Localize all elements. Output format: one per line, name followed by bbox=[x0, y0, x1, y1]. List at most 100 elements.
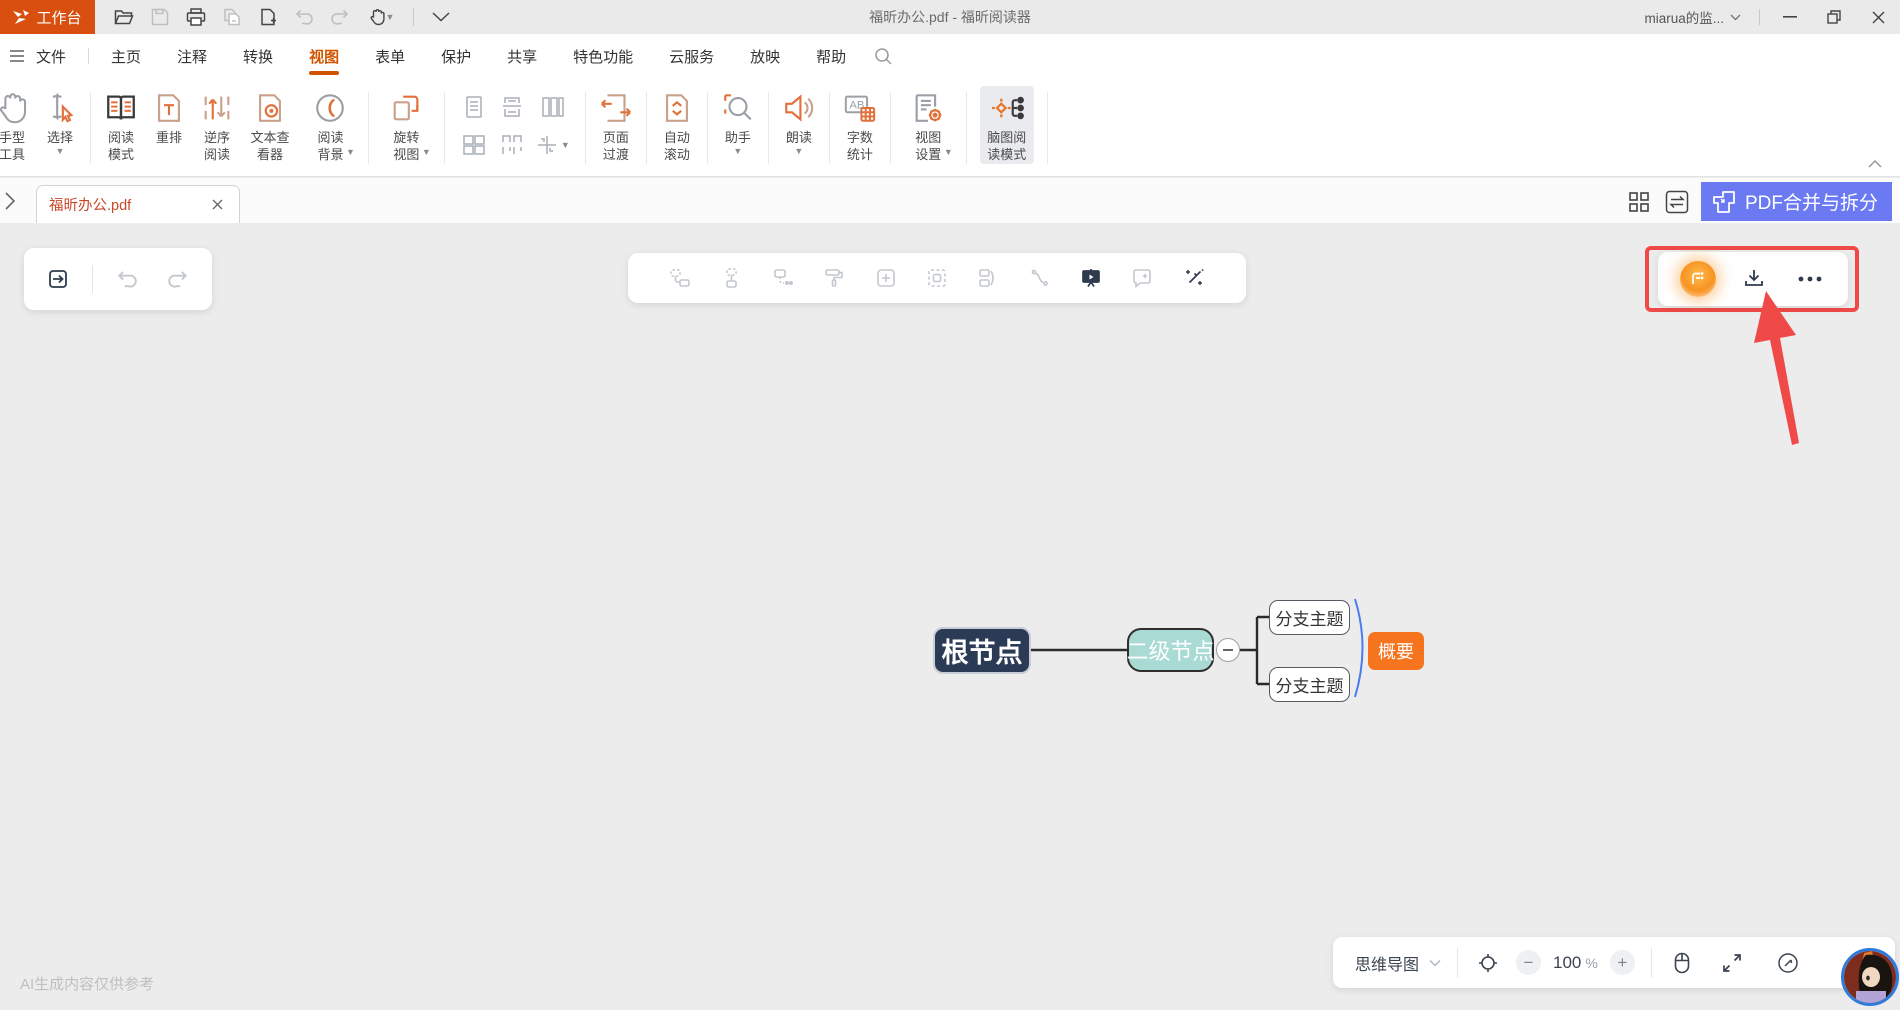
close-button[interactable] bbox=[1856, 0, 1900, 34]
title-bar: 工作台 ▼ 福昕办公.pdf - 福昕阅读器 bbox=[0, 0, 1900, 34]
relation-line-icon[interactable] bbox=[1023, 261, 1057, 295]
menu-share[interactable]: 共享 bbox=[503, 34, 541, 78]
facing-grid-icon[interactable] bbox=[457, 128, 491, 162]
collapse-chevron-icon[interactable] bbox=[428, 4, 454, 30]
add-page-icon[interactable] bbox=[255, 4, 281, 30]
menu-protect[interactable]: 保护 bbox=[437, 34, 475, 78]
fullscreen-icon[interactable] bbox=[1718, 949, 1746, 977]
ribbon-page-transition[interactable]: 页面过渡 bbox=[599, 86, 633, 164]
toolbar-divider bbox=[92, 265, 93, 293]
menu-home[interactable]: 主页 bbox=[107, 34, 145, 78]
mindmap-mode-select[interactable]: 思维导图 bbox=[1355, 951, 1441, 975]
split-view-icon[interactable]: ▼ bbox=[536, 128, 570, 162]
ribbon-hand-tool[interactable]: 手型工具 bbox=[0, 86, 29, 164]
download-icon[interactable] bbox=[1737, 262, 1771, 296]
restore-button[interactable] bbox=[1812, 0, 1856, 34]
insert-icon[interactable] bbox=[869, 261, 903, 295]
ribbon-read-background[interactable]: 阅读背景 ▼ bbox=[306, 86, 355, 157]
user-account-menu[interactable]: miarua的监... bbox=[1644, 7, 1741, 27]
page-layout-group: ▼ bbox=[455, 88, 575, 164]
exit-mindmap-icon[interactable] bbox=[41, 262, 75, 296]
ribbon-reverse-read[interactable]: 逆序阅读 bbox=[200, 86, 234, 164]
redo-icon[interactable] bbox=[327, 4, 353, 30]
auto-scroll-icon bbox=[660, 86, 694, 130]
avatar[interactable] bbox=[1841, 948, 1899, 1006]
close-tab-icon[interactable] bbox=[208, 197, 227, 212]
page-transition-icon bbox=[599, 86, 633, 130]
ribbon-reflow[interactable]: 重排 bbox=[152, 86, 186, 147]
add-sibling-node-icon[interactable] bbox=[715, 261, 749, 295]
single-page-icon[interactable] bbox=[457, 90, 491, 124]
locate-icon[interactable] bbox=[1474, 949, 1502, 977]
zoom-out-icon[interactable]: − bbox=[1516, 950, 1541, 975]
undo-icon[interactable] bbox=[110, 262, 144, 296]
zoom-in-icon[interactable]: + bbox=[1610, 950, 1635, 975]
menu-view[interactable]: 视图 bbox=[305, 34, 343, 78]
ribbon-read-mode[interactable]: 阅读模式 bbox=[104, 86, 138, 164]
ribbon-auto-scroll[interactable]: 自动滚动 bbox=[660, 86, 694, 164]
presentation-icon[interactable] bbox=[1074, 261, 1108, 295]
ribbon-text-viewer[interactable]: 文本查看器 bbox=[248, 86, 292, 164]
continuous-page-icon[interactable] bbox=[495, 90, 529, 124]
mindmap-root-node[interactable]: 根节点 bbox=[933, 627, 1031, 674]
menu-file[interactable]: 文件 bbox=[32, 34, 70, 78]
grid-view-icon[interactable] bbox=[1625, 188, 1653, 216]
minimize-button[interactable] bbox=[1768, 0, 1812, 34]
ribbon-collapse-chevron-icon[interactable] bbox=[1868, 160, 1882, 168]
multi-column-icon[interactable] bbox=[536, 90, 570, 124]
ribbon-word-count[interactable]: AB 字数统计 bbox=[843, 86, 877, 164]
view-settings-icon bbox=[911, 86, 945, 130]
ribbon-select-tool[interactable]: 选择 ▼ bbox=[43, 86, 77, 156]
menu-convert[interactable]: 转换 bbox=[239, 34, 277, 78]
select-area-icon[interactable] bbox=[920, 261, 954, 295]
mindmap-branch-node[interactable]: 分支主题 bbox=[1269, 600, 1350, 635]
ribbon-mindmap-read-mode[interactable]: 脑图阅读模式 bbox=[980, 86, 1034, 164]
menu-form[interactable]: 表单 bbox=[371, 34, 409, 78]
format-painter-icon[interactable] bbox=[817, 261, 851, 295]
menu-special-features[interactable]: 特色功能 bbox=[569, 34, 637, 78]
menu-help[interactable]: 帮助 bbox=[812, 34, 850, 78]
ribbon-view-settings[interactable]: 视图设置 ▼ bbox=[904, 86, 953, 157]
ai-branch-glow-icon[interactable] bbox=[1680, 261, 1716, 297]
more-ellipsis-icon[interactable] bbox=[1793, 262, 1827, 296]
redo-icon[interactable] bbox=[161, 262, 195, 296]
mindmap-second-node[interactable]: 二级节点 bbox=[1127, 628, 1214, 672]
magic-wand-icon[interactable] bbox=[1177, 261, 1211, 295]
menu-comment[interactable]: 注释 bbox=[173, 34, 211, 78]
feedback-icon[interactable] bbox=[1774, 949, 1802, 977]
status-divider bbox=[1651, 948, 1652, 978]
print-icon[interactable] bbox=[183, 4, 209, 30]
hand-tool-icon[interactable]: ▼ bbox=[363, 4, 399, 30]
swap-doc-icon[interactable] bbox=[1663, 188, 1691, 216]
ribbon-read-aloud[interactable]: 朗读 ▼ bbox=[782, 86, 816, 156]
facing-scroll-icon[interactable] bbox=[495, 128, 529, 162]
toolbar-divider bbox=[413, 8, 414, 26]
summary-node-icon[interactable] bbox=[971, 261, 1005, 295]
add-relation-icon[interactable] bbox=[766, 261, 800, 295]
mindmap-summary-node[interactable]: 概要 bbox=[1368, 632, 1424, 670]
chevron-down-icon: ▼ bbox=[561, 141, 570, 150]
panel-expander-icon[interactable] bbox=[2, 190, 18, 212]
menu-cloud[interactable]: 云服务 bbox=[665, 34, 718, 78]
mindmap-branch-node[interactable]: 分支主题 bbox=[1269, 667, 1350, 702]
undo-icon[interactable] bbox=[291, 4, 317, 30]
ribbon-assistant[interactable]: 助手 ▼ bbox=[721, 86, 755, 156]
pdf-merge-split-button[interactable]: PDF合并与拆分 bbox=[1701, 182, 1892, 221]
save-icon[interactable] bbox=[147, 4, 173, 30]
mindmap-export-toolbar bbox=[1658, 252, 1848, 306]
mindmap-canvas[interactable]: 根节点 二级节点 分支主题 分支主题 概要 bbox=[0, 223, 1900, 1010]
collapse-node-button[interactable] bbox=[1216, 638, 1240, 662]
open-folder-icon[interactable] bbox=[111, 4, 137, 30]
add-child-node-icon[interactable] bbox=[663, 261, 697, 295]
ribbon-rotate-view[interactable]: 旋转视图 ▼ bbox=[382, 86, 431, 157]
chevron-down-icon: ▼ bbox=[422, 148, 431, 157]
search-icon[interactable] bbox=[870, 43, 896, 69]
ribbon-divider bbox=[768, 92, 769, 164]
hamburger-icon[interactable] bbox=[10, 50, 24, 62]
menu-present[interactable]: 放映 bbox=[746, 34, 784, 78]
workspace-button[interactable]: 工作台 bbox=[0, 0, 95, 34]
copy-page-icon[interactable] bbox=[219, 4, 245, 30]
mouse-mode-icon[interactable] bbox=[1668, 949, 1696, 977]
document-tab[interactable]: 福昕办公.pdf bbox=[36, 185, 240, 223]
ai-comment-icon[interactable] bbox=[1125, 261, 1159, 295]
